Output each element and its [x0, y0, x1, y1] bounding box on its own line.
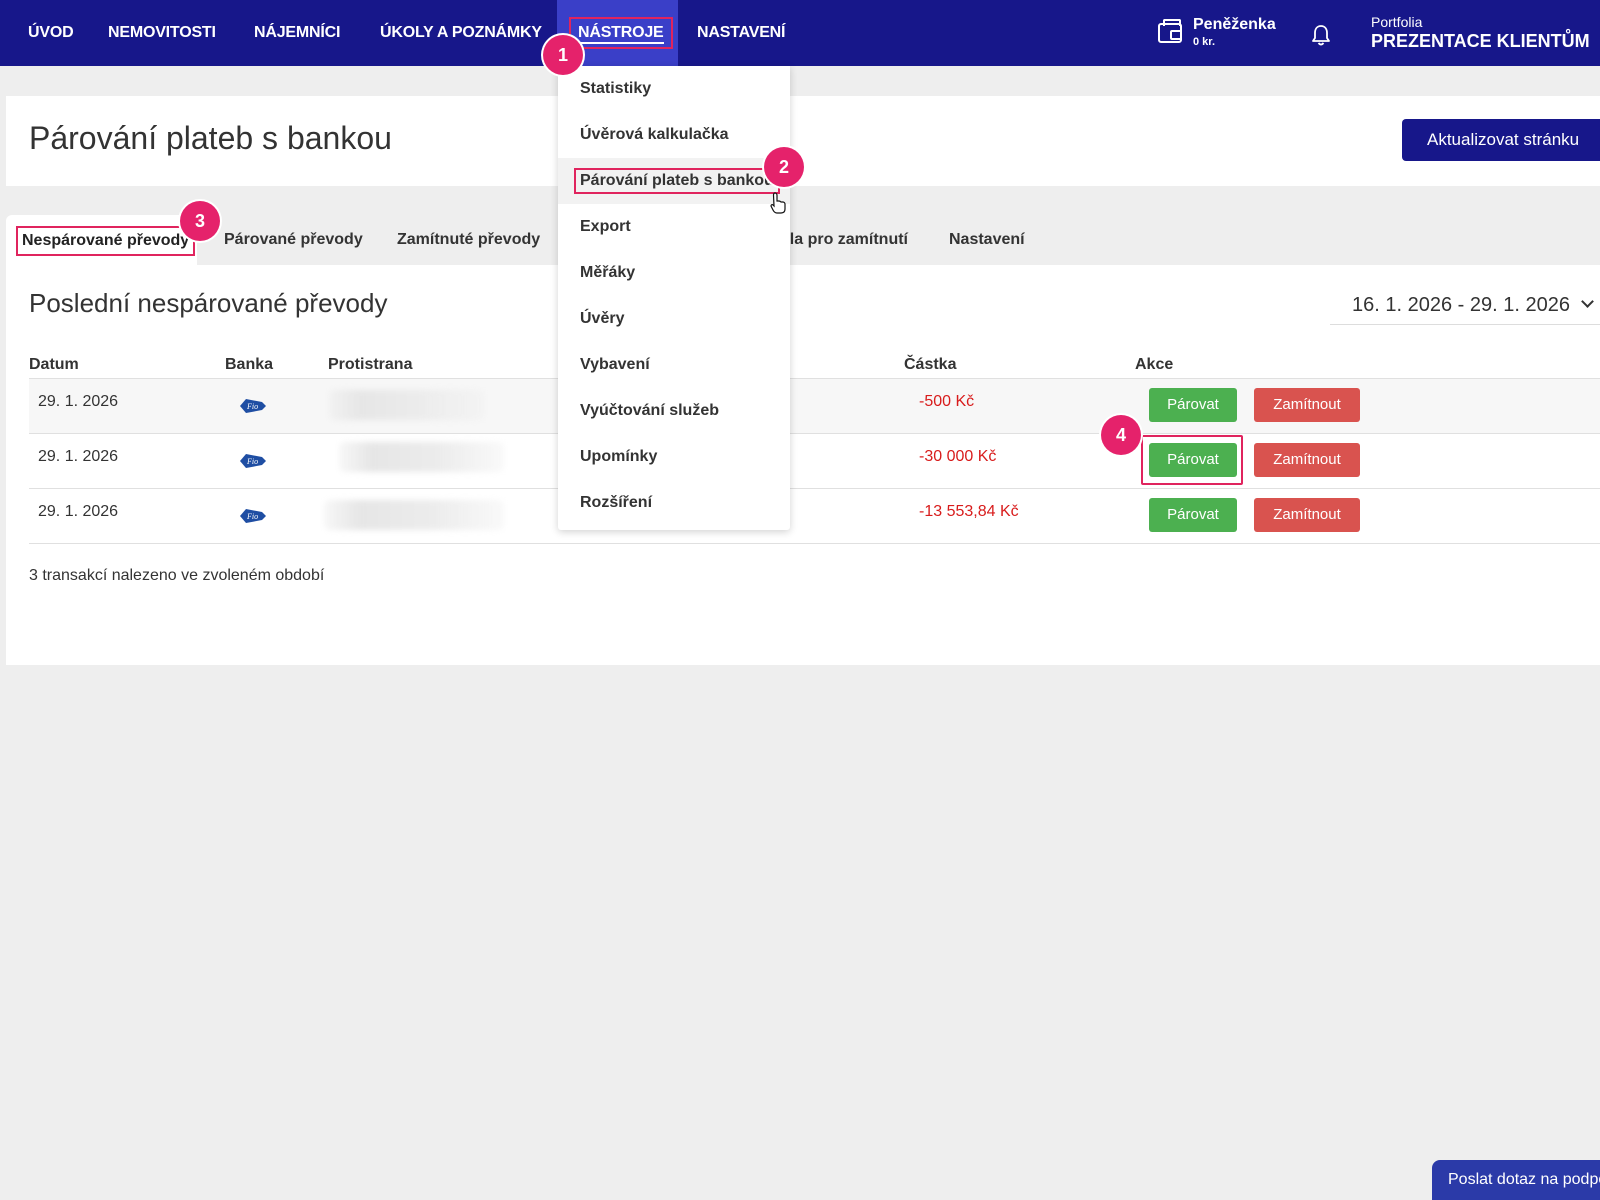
reject-button[interactable]: Zamítnout	[1254, 443, 1360, 477]
wallet-amount: 0 kr.	[1193, 36, 1216, 48]
counterparty-blurred	[324, 500, 504, 530]
date-range-value: 16. 1. 2026 - 29. 1. 2026	[1352, 294, 1570, 316]
date-range-picker[interactable]: 16. 1. 2026 - 29. 1. 2026	[1330, 285, 1600, 325]
row-amount: -500 Kč	[919, 393, 975, 410]
table-row: 29. 1. 2026 Fio -30 000 Kč Párovat Zamít…	[29, 434, 1600, 488]
nav-item-nastroje-highlight: NÁSTROJE	[569, 17, 673, 49]
support-button[interactable]: Poslat dotaz na podporu	[1432, 1160, 1600, 1200]
menu-item-meters[interactable]: Měřáky	[558, 250, 790, 296]
svg-text:Fio: Fio	[246, 402, 258, 411]
main-panel: Poslední nespárované převody 16. 1. 2026…	[6, 265, 1600, 665]
counterparty-blurred	[329, 390, 484, 420]
table-bottom-divider	[29, 543, 1600, 544]
nav-item-uvod[interactable]: ÚVOD	[28, 0, 74, 66]
counterparty-blurred	[339, 442, 504, 472]
tools-dropdown-menu: Statistiky Úvěrová kalkulačka Párování p…	[558, 66, 790, 530]
wallet-icon	[1158, 19, 1182, 43]
portfolio-label: Portfolia	[1371, 14, 1423, 30]
table-row: 29. 1. 2026 Fio -500 Kč Párovat Zamítnou…	[29, 379, 1600, 433]
refresh-page-button[interactable]: Aktualizovat stránku	[1402, 119, 1600, 161]
nav-item-najemnici[interactable]: NÁJEMNÍCI	[254, 0, 340, 66]
menu-item-loan-calculator[interactable]: Úvěrová kalkulačka	[558, 112, 790, 158]
fio-bank-logo: Fio	[240, 454, 266, 468]
row-date: 29. 1. 2026	[38, 503, 119, 520]
section-title: Poslední nespárované převody	[29, 288, 388, 318]
step-badge-4: 4	[1101, 415, 1141, 455]
tab-settings[interactable]: Nastavení	[949, 215, 1025, 265]
nav-item-ukoly[interactable]: ÚKOLY A POZNÁMKY	[380, 0, 542, 66]
step-badge-3: 3	[180, 201, 220, 241]
menu-item-service-billing[interactable]: Vyúčtování služeb	[558, 388, 790, 434]
reject-button[interactable]: Zamítnout	[1254, 498, 1360, 532]
svg-text:Fio: Fio	[246, 512, 258, 521]
nav-item-nastaveni[interactable]: NASTAVENÍ	[697, 0, 785, 66]
menu-item-statistics[interactable]: Statistiky	[558, 66, 790, 112]
table-row: 29. 1. 2026 Fio -13 553,84 Kč Párovat Za…	[29, 489, 1600, 543]
menu-item-extensions[interactable]: Rozšíření	[558, 480, 790, 526]
column-header-amount: Částka	[904, 356, 957, 373]
fio-bank-logo: Fio	[240, 509, 266, 523]
pair-button[interactable]: Párovat	[1149, 388, 1237, 422]
row-date: 29. 1. 2026	[38, 448, 119, 465]
chevron-down-icon	[1581, 295, 1594, 308]
top-navigation: ÚVOD NEMOVITOSTI NÁJEMNÍCI ÚKOLY A POZNÁ…	[0, 0, 1600, 66]
nav-item-nastroje-label: NÁSTROJE	[578, 24, 664, 44]
tab-rejection-rules[interactable]: dla pro zamítnutí	[780, 215, 908, 265]
row-date: 29. 1. 2026	[38, 393, 119, 410]
row-amount: -13 553,84 Kč	[919, 503, 1019, 520]
tab-paired[interactable]: Párované převody	[224, 215, 363, 265]
row-amount: -30 000 Kč	[919, 448, 997, 465]
wallet-title: Peněženka	[1193, 16, 1276, 33]
bell-icon[interactable]	[1311, 24, 1331, 46]
step-badge-1: 1	[543, 35, 583, 75]
reject-button[interactable]: Zamítnout	[1254, 388, 1360, 422]
column-header-date: Datum	[29, 356, 79, 373]
step-badge-2: 2	[764, 147, 804, 187]
menu-item-bank-payment-matching-label: Párování plateb s bankou	[574, 168, 780, 194]
portfolio-name[interactable]: PREZENTACE KLIENTŮM	[1371, 31, 1590, 52]
tab-unpaired[interactable]: Nespárované převody	[6, 215, 197, 265]
transaction-count-summary: 3 transakcí nalezeno ve zvoleném období	[29, 567, 325, 584]
menu-item-equipment[interactable]: Vybavení	[558, 342, 790, 388]
column-header-actions: Akce	[1135, 356, 1174, 373]
tab-rejected[interactable]: Zamítnuté převody	[397, 215, 540, 265]
svg-text:Fio: Fio	[246, 457, 258, 466]
fio-bank-logo: Fio	[240, 399, 266, 413]
tab-unpaired-label: Nespárované převody	[16, 226, 196, 256]
hand-cursor-icon	[770, 192, 786, 214]
column-header-bank: Banka	[225, 356, 274, 373]
page-title: Párování plateb s bankou	[29, 120, 392, 156]
menu-item-bank-payment-matching[interactable]: Párování plateb s bankou	[558, 158, 790, 204]
pair-button[interactable]: Párovat	[1149, 498, 1237, 532]
pair-button[interactable]: Párovat	[1149, 443, 1237, 477]
menu-item-export[interactable]: Export	[558, 204, 790, 250]
menu-item-loans[interactable]: Úvěry	[558, 296, 790, 342]
menu-item-reminders[interactable]: Upomínky	[558, 434, 790, 480]
column-header-counterparty: Protistrana	[328, 356, 413, 373]
tab-bar: Nespárované převody Párované převody Zam…	[6, 215, 1600, 265]
nav-item-nemovitosti[interactable]: NEMOVITOSTI	[108, 0, 216, 66]
